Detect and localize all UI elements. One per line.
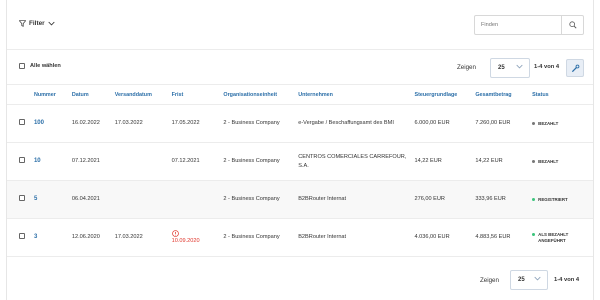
filter-icon xyxy=(19,20,26,27)
invoice-list-panel: Filter Alle wählen Zeigen 25 1-4 von 4 xyxy=(6,0,594,300)
chevron-down-icon xyxy=(48,21,55,26)
company-cell: e-Vergabe / Beschaffungsamt des BMI xyxy=(295,104,412,143)
pagination-range: 1-4 von 4 xyxy=(554,277,580,283)
show-label: Zeigen xyxy=(457,64,476,71)
invoice-table: Nummer Datum Versanddatum Frist Organisa… xyxy=(7,84,593,257)
deadline-cell: 17.05.2022 xyxy=(168,104,221,143)
total-cell: 14,22 EUR xyxy=(472,142,530,181)
deadline-cell: 07.12.2021 xyxy=(168,142,221,181)
column-header[interactable]: Unternehmen xyxy=(295,84,412,105)
shipping-date-cell: 17.03.2022 xyxy=(111,104,169,143)
column-header[interactable]: Frist xyxy=(168,84,221,105)
select-all-checkbox[interactable] xyxy=(19,63,25,69)
deadline-cell: 10.09.2020 xyxy=(168,218,221,257)
per-page-value: 25 xyxy=(498,65,505,71)
status-badge: REGISTRIERT xyxy=(532,197,590,203)
org-unit-cell: 2 - Business Company xyxy=(220,142,296,181)
total-cell: 333,96 EUR xyxy=(472,180,530,219)
status-badge: BEZAHLT xyxy=(532,121,590,127)
tax-base-cell: 4.036,00 EUR xyxy=(411,218,473,257)
status-badge: BEZAHLT xyxy=(532,159,590,165)
row-checkbox[interactable] xyxy=(19,232,25,239)
invoice-number-link[interactable]: 5 xyxy=(34,196,37,202)
per-page-select[interactable]: 25 xyxy=(490,58,530,78)
status-dot xyxy=(532,198,536,201)
column-header[interactable]: Organisationseinheit xyxy=(220,84,296,105)
column-header[interactable]: Status xyxy=(529,84,593,105)
date-cell: 12.06.2020 xyxy=(68,218,112,257)
invoice-number-link[interactable]: 10 xyxy=(34,158,41,164)
per-page-value: 25 xyxy=(518,277,525,283)
row-checkbox[interactable] xyxy=(19,194,25,201)
tax-base-cell: 276,00 EUR xyxy=(411,180,473,219)
company-cell: B2BRouter Internat xyxy=(295,218,412,257)
shipping-date-cell xyxy=(111,180,169,219)
column-header[interactable]: Gesamtbetrag xyxy=(472,84,530,105)
tax-base-cell: 14,22 EUR xyxy=(411,142,473,181)
pagination-range: 1-4 von 4 xyxy=(534,64,560,70)
column-header[interactable]: Datum xyxy=(68,84,112,105)
alert-circle-icon xyxy=(171,229,179,237)
status-label: BEZAHLT xyxy=(538,120,559,126)
org-unit-cell: 2 - Business Company xyxy=(220,218,296,257)
status-badge: ALS BEZAHLT ANGEFÜHRT xyxy=(532,232,590,244)
status-dot xyxy=(532,233,536,236)
per-page-select[interactable]: 25 xyxy=(510,270,548,290)
wrench-icon xyxy=(571,64,579,72)
tax-base-cell: 6.000,00 EUR xyxy=(411,104,473,143)
status-label: REGISTRIERT xyxy=(538,196,568,202)
search-box xyxy=(474,15,584,35)
column-header[interactable]: Nummer xyxy=(30,84,69,105)
total-cell: 7.260,00 EUR xyxy=(472,104,530,143)
overdue-deadline: 10.09.2020 xyxy=(171,237,200,244)
bottom-pagination: Zeigen 25 1-4 von 4 xyxy=(7,264,593,300)
date-cell: 06.04.2021 xyxy=(68,180,112,219)
row-checkbox[interactable] xyxy=(19,118,25,125)
org-unit-cell: 2 - Business Company xyxy=(220,104,296,143)
list-controls: Alle wählen Zeigen 25 1-4 von 4 xyxy=(7,55,593,81)
table-row[interactable]: 100 16.02.2022 17.03.2022 17.05.2022 2 -… xyxy=(7,104,593,143)
company-cell: B2BRouter Internat xyxy=(295,180,412,219)
shipping-date-cell xyxy=(111,142,169,181)
column-header[interactable]: Steuergrundlage xyxy=(411,84,473,105)
status-label: ALS BEZAHLT ANGEFÜHRT xyxy=(538,231,569,243)
invoice-number-link[interactable]: 100 xyxy=(34,120,44,126)
header-checkbox-cell xyxy=(7,84,31,105)
show-label: Zeigen xyxy=(480,277,499,284)
total-cell: 4.883,56 EUR xyxy=(472,218,530,257)
chevron-down-icon xyxy=(534,276,541,281)
company-cell: CENTROS COMERCIALES CARREFOUR, S.A. xyxy=(295,142,412,181)
select-all-label: Alle wählen xyxy=(30,63,61,69)
search-icon xyxy=(568,21,577,29)
table-row[interactable]: 5 06.04.2021 2 - Business Company B2BRou… xyxy=(7,180,593,219)
select-all[interactable]: Alle wählen xyxy=(19,63,61,69)
search-input[interactable] xyxy=(475,16,561,34)
column-tools-button[interactable] xyxy=(566,59,584,77)
deadline-cell xyxy=(168,180,221,219)
search-button[interactable] xyxy=(561,16,583,34)
table-header-row: Nummer Datum Versanddatum Frist Organisa… xyxy=(7,84,593,105)
top-toolbar: Filter xyxy=(7,0,593,50)
invoice-number-link[interactable]: 3 xyxy=(34,234,37,240)
shipping-date-cell: 17.03.2022 xyxy=(111,218,169,257)
chevron-down-icon xyxy=(516,64,523,69)
filter-label: Filter xyxy=(29,20,45,27)
date-cell: 16.02.2022 xyxy=(68,104,112,143)
column-header[interactable]: Versanddatum xyxy=(111,84,169,105)
table-row[interactable]: 10 07.12.2021 07.12.2021 2 - Business Co… xyxy=(7,142,593,181)
table-row[interactable]: 3 12.06.2020 17.03.2022 10.09.2020 2 - B… xyxy=(7,218,593,257)
date-cell: 07.12.2021 xyxy=(68,142,112,181)
filter-toggle[interactable]: Filter xyxy=(19,20,55,27)
status-label: BEZAHLT xyxy=(538,158,559,164)
status-dot xyxy=(532,122,536,125)
status-dot xyxy=(532,160,536,163)
org-unit-cell: 2 - Business Company xyxy=(220,180,296,219)
row-checkbox[interactable] xyxy=(19,156,25,163)
